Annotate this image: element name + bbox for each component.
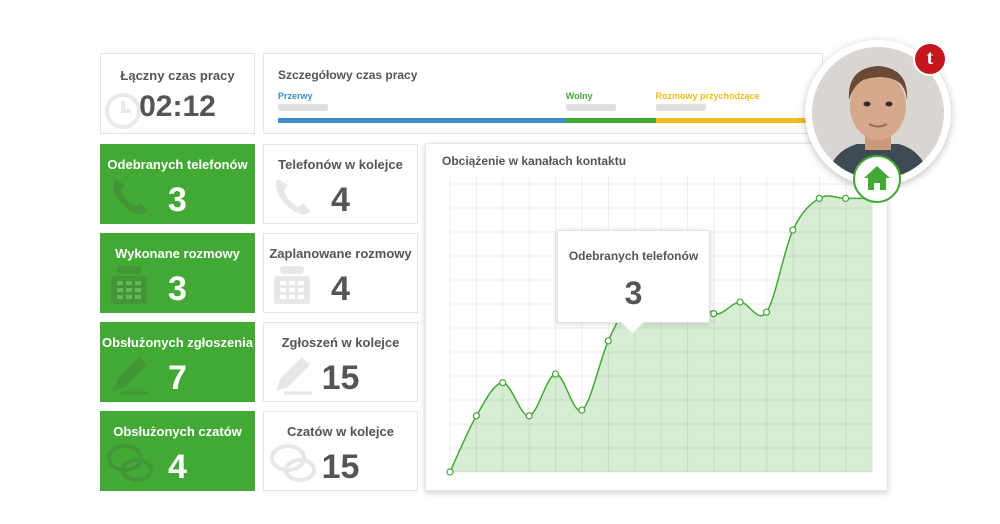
stat-tile[interactable]: Obsłużonych czatów 4 bbox=[100, 411, 255, 491]
stat-tile-value: 4 bbox=[168, 448, 187, 486]
stat-tile[interactable]: Zaplanowane rozmowy 4 bbox=[263, 233, 418, 313]
stat-tile-value: 15 bbox=[321, 359, 360, 397]
stat-tile[interactable]: Czatów w kolejce 15 bbox=[263, 411, 418, 491]
segment-value-placeholder bbox=[565, 104, 616, 111]
total-work-time-card: Łączny czas pracy 02:12 bbox=[100, 53, 255, 134]
stat-tile[interactable]: Telefonów w kolejce 4 bbox=[263, 144, 418, 224]
data-point bbox=[762, 308, 771, 316]
total-work-time-value: 02:12 bbox=[139, 90, 216, 123]
data-point bbox=[525, 412, 533, 420]
stat-tile-title: Zgłoszeń w kolejce bbox=[281, 335, 400, 350]
stat-tile-value: 3 bbox=[168, 181, 187, 219]
stat-tile-title: Wykonane rozmowy bbox=[115, 246, 240, 261]
stat-tile-title: Obsłużonych zgłoszenia bbox=[102, 335, 253, 350]
data-point bbox=[815, 194, 823, 203]
stat-tile-title: Telefonów w kolejce bbox=[278, 157, 403, 172]
segment-bar bbox=[278, 118, 566, 123]
data-point bbox=[551, 370, 560, 378]
stat-tile-value: 15 bbox=[321, 448, 360, 486]
data-point bbox=[604, 337, 612, 345]
segment-value-placeholder bbox=[655, 104, 706, 111]
segment-label: Przerwy bbox=[278, 91, 313, 101]
chart-tooltip: Odebranych telefonów 3 bbox=[557, 230, 710, 335]
tooltip-title: Odebranych telefonów bbox=[568, 249, 699, 263]
segment-bar bbox=[565, 118, 656, 123]
detailed-work-time-title: Szczegółowy czas pracy bbox=[278, 68, 418, 82]
brand-logo-badge: t bbox=[913, 42, 947, 76]
data-point bbox=[446, 468, 454, 476]
stat-tile-value: 3 bbox=[168, 270, 187, 308]
stat-tile-title: Czatów w kolejce bbox=[287, 424, 394, 439]
data-point bbox=[499, 379, 507, 387]
stat-tile[interactable]: Obsłużonych zgłoszenia 7 bbox=[100, 322, 255, 402]
tooltip-value: 3 bbox=[624, 275, 643, 311]
segment-bar bbox=[655, 118, 806, 123]
stat-tile-value: 4 bbox=[331, 270, 350, 308]
brand-logo-letter: t bbox=[926, 47, 934, 69]
stat-tile-value: 7 bbox=[168, 359, 187, 397]
segment-label: Wolny bbox=[565, 91, 593, 101]
data-point bbox=[789, 226, 797, 234]
stat-tile-title: Odebranych telefonów bbox=[107, 157, 248, 172]
stat-tile[interactable]: Wykonane rozmowy 3 bbox=[100, 233, 255, 313]
stat-tile-title: Obsłużonych czatów bbox=[113, 424, 242, 439]
data-point bbox=[842, 194, 850, 203]
stat-tile[interactable]: Odebranych telefonów 3 bbox=[100, 144, 255, 224]
segment-label: Rozmowy przychodzące bbox=[655, 91, 760, 101]
home-icon bbox=[864, 166, 890, 190]
segment-value-placeholder bbox=[278, 104, 328, 111]
home-button[interactable] bbox=[853, 155, 901, 203]
data-point bbox=[710, 310, 718, 318]
stat-tile[interactable]: Zgłoszeń w kolejce 15 bbox=[263, 322, 418, 402]
data-point bbox=[736, 298, 744, 306]
detailed-work-time-card: Szczegółowy czas pracy Przerwy Wolny Rozmo… bbox=[263, 53, 823, 134]
stat-tile-title: Zaplanowane rozmowy bbox=[269, 246, 412, 261]
data-point bbox=[472, 412, 480, 420]
stat-tile-value: 4 bbox=[331, 181, 350, 219]
total-work-time-title: Łączny czas pracy bbox=[120, 68, 235, 83]
data-point bbox=[578, 406, 586, 414]
